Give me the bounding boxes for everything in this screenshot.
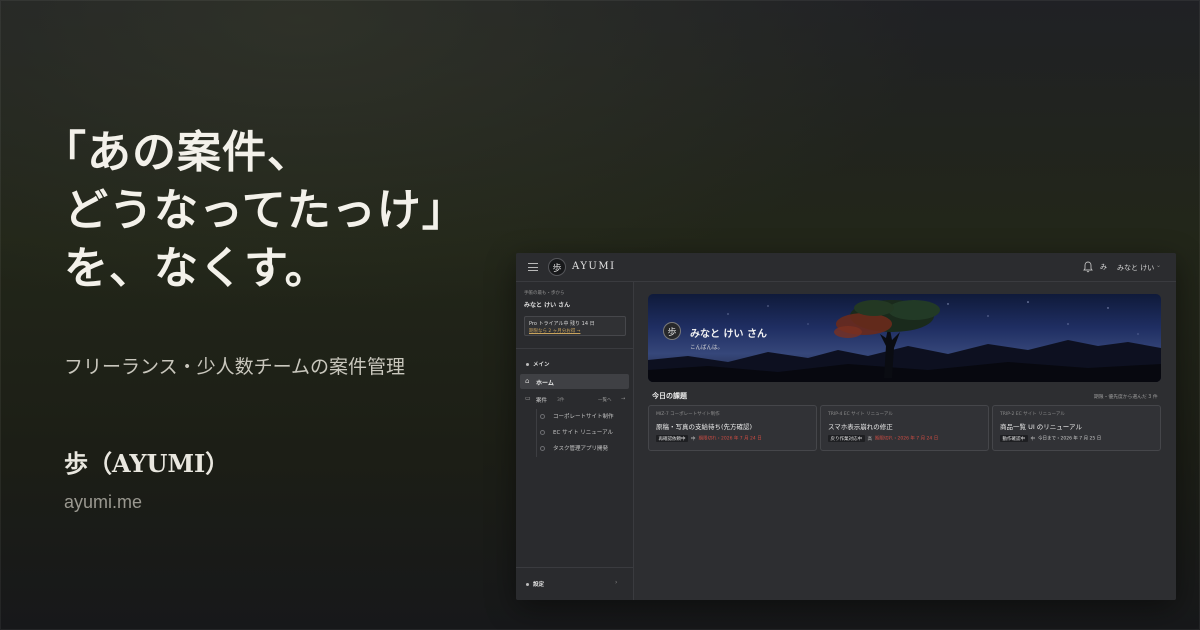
cases-count: 3件 [557, 397, 565, 403]
task-due-date: 期限切れ・2026 年 7 月 24 日 [698, 436, 762, 442]
project-label: EC サイト リニューアル [553, 430, 614, 436]
task-meta: 動作確認中中今日まで・2026 年 7 月 25 日 [1000, 435, 1153, 442]
task-meta: 再確認依頼中中期限切れ・2026 年 7 月 24 日 [656, 435, 809, 442]
cases-arrow-icon[interactable]: → [621, 396, 625, 402]
sidebar-note: 手帳の最も・歩から [524, 291, 565, 296]
today-task-cards: MIZ-7 コーポレートサイト制作 原稿・写真の支給待ち(先方確認) 再確認依頼… [648, 405, 1162, 451]
sidebar-project-item[interactable]: コーポレートサイト制作 [537, 409, 630, 425]
cases-list-link[interactable]: 一覧へ [598, 397, 612, 403]
user-name[interactable]: みなと けい [1117, 263, 1154, 273]
app-topbar: 歩 AYUMI み みなと けい ⌄ [516, 253, 1176, 282]
sidebar: 手帳の最も・歩から みなと けい さん Pro トライアル中 残り 14 日 期… [516, 282, 634, 600]
sidebar-section-main: メイン [526, 360, 550, 368]
subtitle: フリーランス・少人数チームの案件管理 [64, 356, 406, 378]
task-status-badge: 戻り作業対応中 [828, 435, 865, 442]
hamburger-menu-icon[interactable] [528, 263, 538, 271]
project-dot-icon [540, 414, 545, 419]
trial-status: Pro トライアル中 残り 14 日 [529, 321, 595, 327]
app-screenshot: 歩 AYUMI み みなと けい ⌄ 手帳の最も・歩から みなと けい さん P… [516, 253, 1176, 600]
headline-line-1: 「あの案件、 [42, 127, 312, 178]
hero-logo-icon: 歩 [663, 322, 681, 340]
sidebar-item-cases[interactable]: ▭ 案件 3件 一覧へ → [520, 393, 629, 406]
sidebar-user-name: みなと けい さん [524, 302, 571, 309]
sidebar-divider [516, 567, 633, 568]
sidebar-project-item[interactable]: タスク管理アプリ開発 [537, 441, 630, 457]
task-meta: 戻り作業対応中高期限切れ・2026 年 7 月 24 日 [828, 435, 981, 442]
brand-name: 歩（AYUMI） [64, 449, 230, 478]
task-title: 原稿・写真の支給待ち(先方確認) [656, 423, 753, 431]
sidebar-item-home-label: ホーム [536, 380, 554, 387]
task-project: MIZ-7 コーポレートサイト制作 [656, 412, 720, 417]
bell-icon[interactable] [1083, 261, 1093, 273]
home-icon: ⌂ [525, 377, 530, 385]
task-project: TRIP-4 EC サイト リニューアル [828, 412, 893, 417]
project-dot-icon [540, 446, 545, 451]
headline-line-2: どうなってたっけ」 [64, 185, 467, 236]
sidebar-project-item[interactable]: EC サイト リニューアル [537, 425, 630, 441]
user-avatar[interactable]: み [1100, 262, 1107, 272]
today-tasks-note: 期限・優先度から選んだ 3 件 [1094, 395, 1158, 400]
task-priority: 中 [691, 436, 696, 442]
task-due-date: 期限切れ・2026 年 7 月 24 日 [875, 436, 939, 442]
hero-greeting: こんばんは。 [690, 345, 724, 351]
logo-text: AYUMI [572, 261, 616, 272]
task-status-badge: 再確認依頼中 [656, 435, 688, 442]
logo-icon: 歩 [548, 258, 566, 276]
headline-line-3: を、なくす。 [64, 243, 330, 294]
sidebar-item-cases-label: 案件 [536, 398, 548, 404]
main-content: 歩 みなと けい さん こんばんは。 今日の課題 期限・優先度から選んだ 3 件… [634, 282, 1176, 600]
task-due-date: 今日まで・2026 年 7 月 25 日 [1038, 436, 1102, 442]
project-label: コーポレートサイト制作 [553, 414, 614, 420]
task-card[interactable]: TRIP-2 EC サイト リニューアル 商品一覧 UI のリニューアル 動作確… [992, 405, 1161, 451]
trial-upgrade-link[interactable]: 期限なら 2 ヶ月分お得 → [529, 328, 621, 334]
task-priority: 中 [1030, 436, 1036, 442]
chevron-down-icon[interactable]: ⌄ [1156, 262, 1161, 269]
sidebar-divider [516, 348, 633, 349]
sidebar-item-settings[interactable]: 設定 [526, 580, 544, 588]
task-title: 商品一覧 UI のリニューアル [1000, 423, 1082, 431]
today-tasks-title: 今日の課題 [652, 392, 687, 400]
project-label: タスク管理アプリ開発 [553, 446, 609, 452]
project-dot-icon [540, 430, 545, 435]
site-url: ayumi.me [64, 492, 143, 512]
folder-icon: ▭ [525, 395, 531, 402]
task-title: スマホ表示崩れの修正 [828, 423, 893, 431]
chevron-right-icon[interactable]: › [615, 579, 617, 586]
task-project: TRIP-2 EC サイト リニューアル [1000, 412, 1065, 417]
headline: 「あの案件、 どうなってたっけ」 を、なくす。 [42, 124, 534, 298]
task-card[interactable]: MIZ-7 コーポレートサイト制作 原稿・写真の支給待ち(先方確認) 再確認依頼… [648, 405, 817, 451]
task-status-badge: 動作確認中 [1000, 435, 1028, 442]
sidebar-item-home[interactable]: ⌂ ホーム [520, 374, 629, 389]
trial-banner[interactable]: Pro トライアル中 残り 14 日 期限なら 2 ヶ月分お得 → [524, 316, 626, 336]
welcome-banner: 歩 みなと けい さん こんばんは。 [648, 294, 1161, 382]
hero-user-name: みなと けい さん [690, 329, 767, 340]
task-priority: 高 [867, 436, 873, 442]
task-card[interactable]: TRIP-4 EC サイト リニューアル スマホ表示崩れの修正 戻り作業対応中高… [820, 405, 989, 451]
sidebar-project-list: コーポレートサイト制作 EC サイト リニューアル タスク管理アプリ開発 [536, 409, 630, 457]
